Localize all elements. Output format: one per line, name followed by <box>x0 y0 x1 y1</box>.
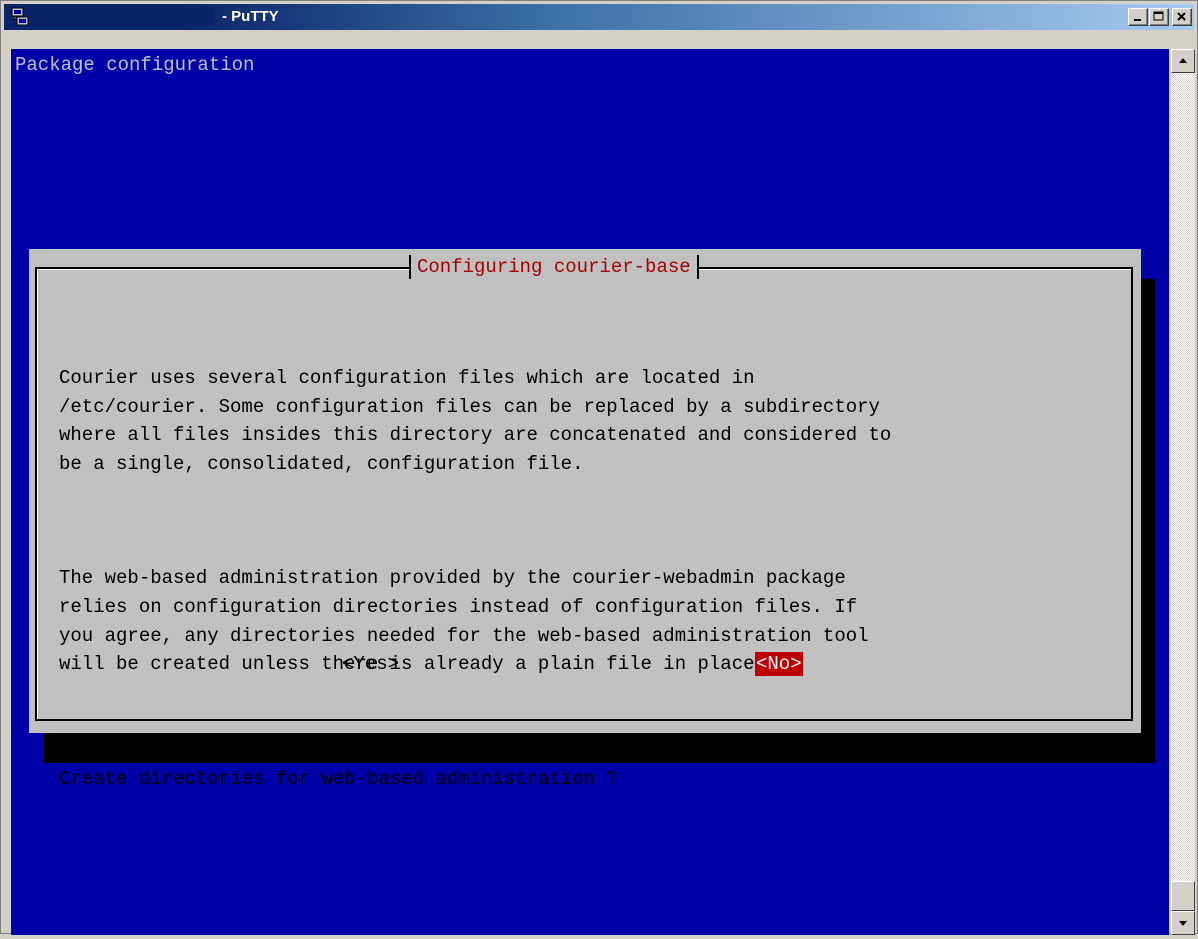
dialog-question: Create directories for web-based adminis… <box>59 767 618 790</box>
scroll-up-button[interactable] <box>1171 49 1195 73</box>
terminal-screen[interactable]: Package configuration Configuring courie… <box>11 49 1169 935</box>
maximize-button[interactable] <box>1149 8 1169 26</box>
config-dialog: Configuring courier-base Courier uses se… <box>29 249 1141 790</box>
vertical-scrollbar[interactable] <box>1171 49 1195 935</box>
maximize-icon <box>1153 11 1164 21</box>
putty-window: - PuTTY Package configuration Configurin… <box>0 0 1198 935</box>
redacted-hostname <box>46 9 214 25</box>
minimize-icon <box>1134 19 1141 21</box>
close-icon <box>1177 12 1186 21</box>
no-button[interactable]: <No> <box>755 652 803 676</box>
dialog-paragraph: The web-based administration provided by… <box>59 567 869 676</box>
dialog-paragraph: Courier uses several configuration files… <box>59 367 892 475</box>
putty-icon[interactable] <box>10 7 30 27</box>
arrow-up-icon <box>1179 58 1187 63</box>
dialog-title: Configuring courier-base <box>409 255 699 279</box>
title-bar[interactable]: - PuTTY <box>4 4 1194 30</box>
arrow-down-icon <box>1179 921 1187 926</box>
dialog-body: Courier uses several configuration files… <box>59 307 1119 850</box>
close-button[interactable] <box>1172 8 1192 26</box>
yes-button[interactable]: <Yes> <box>342 652 399 676</box>
scroll-down-button[interactable] <box>1171 911 1195 935</box>
window-title: - PuTTY <box>222 8 279 25</box>
minimize-button[interactable] <box>1128 8 1148 26</box>
scrollbar-thumb[interactable] <box>1171 881 1195 911</box>
terminal-header: Package configuration <box>15 54 255 76</box>
